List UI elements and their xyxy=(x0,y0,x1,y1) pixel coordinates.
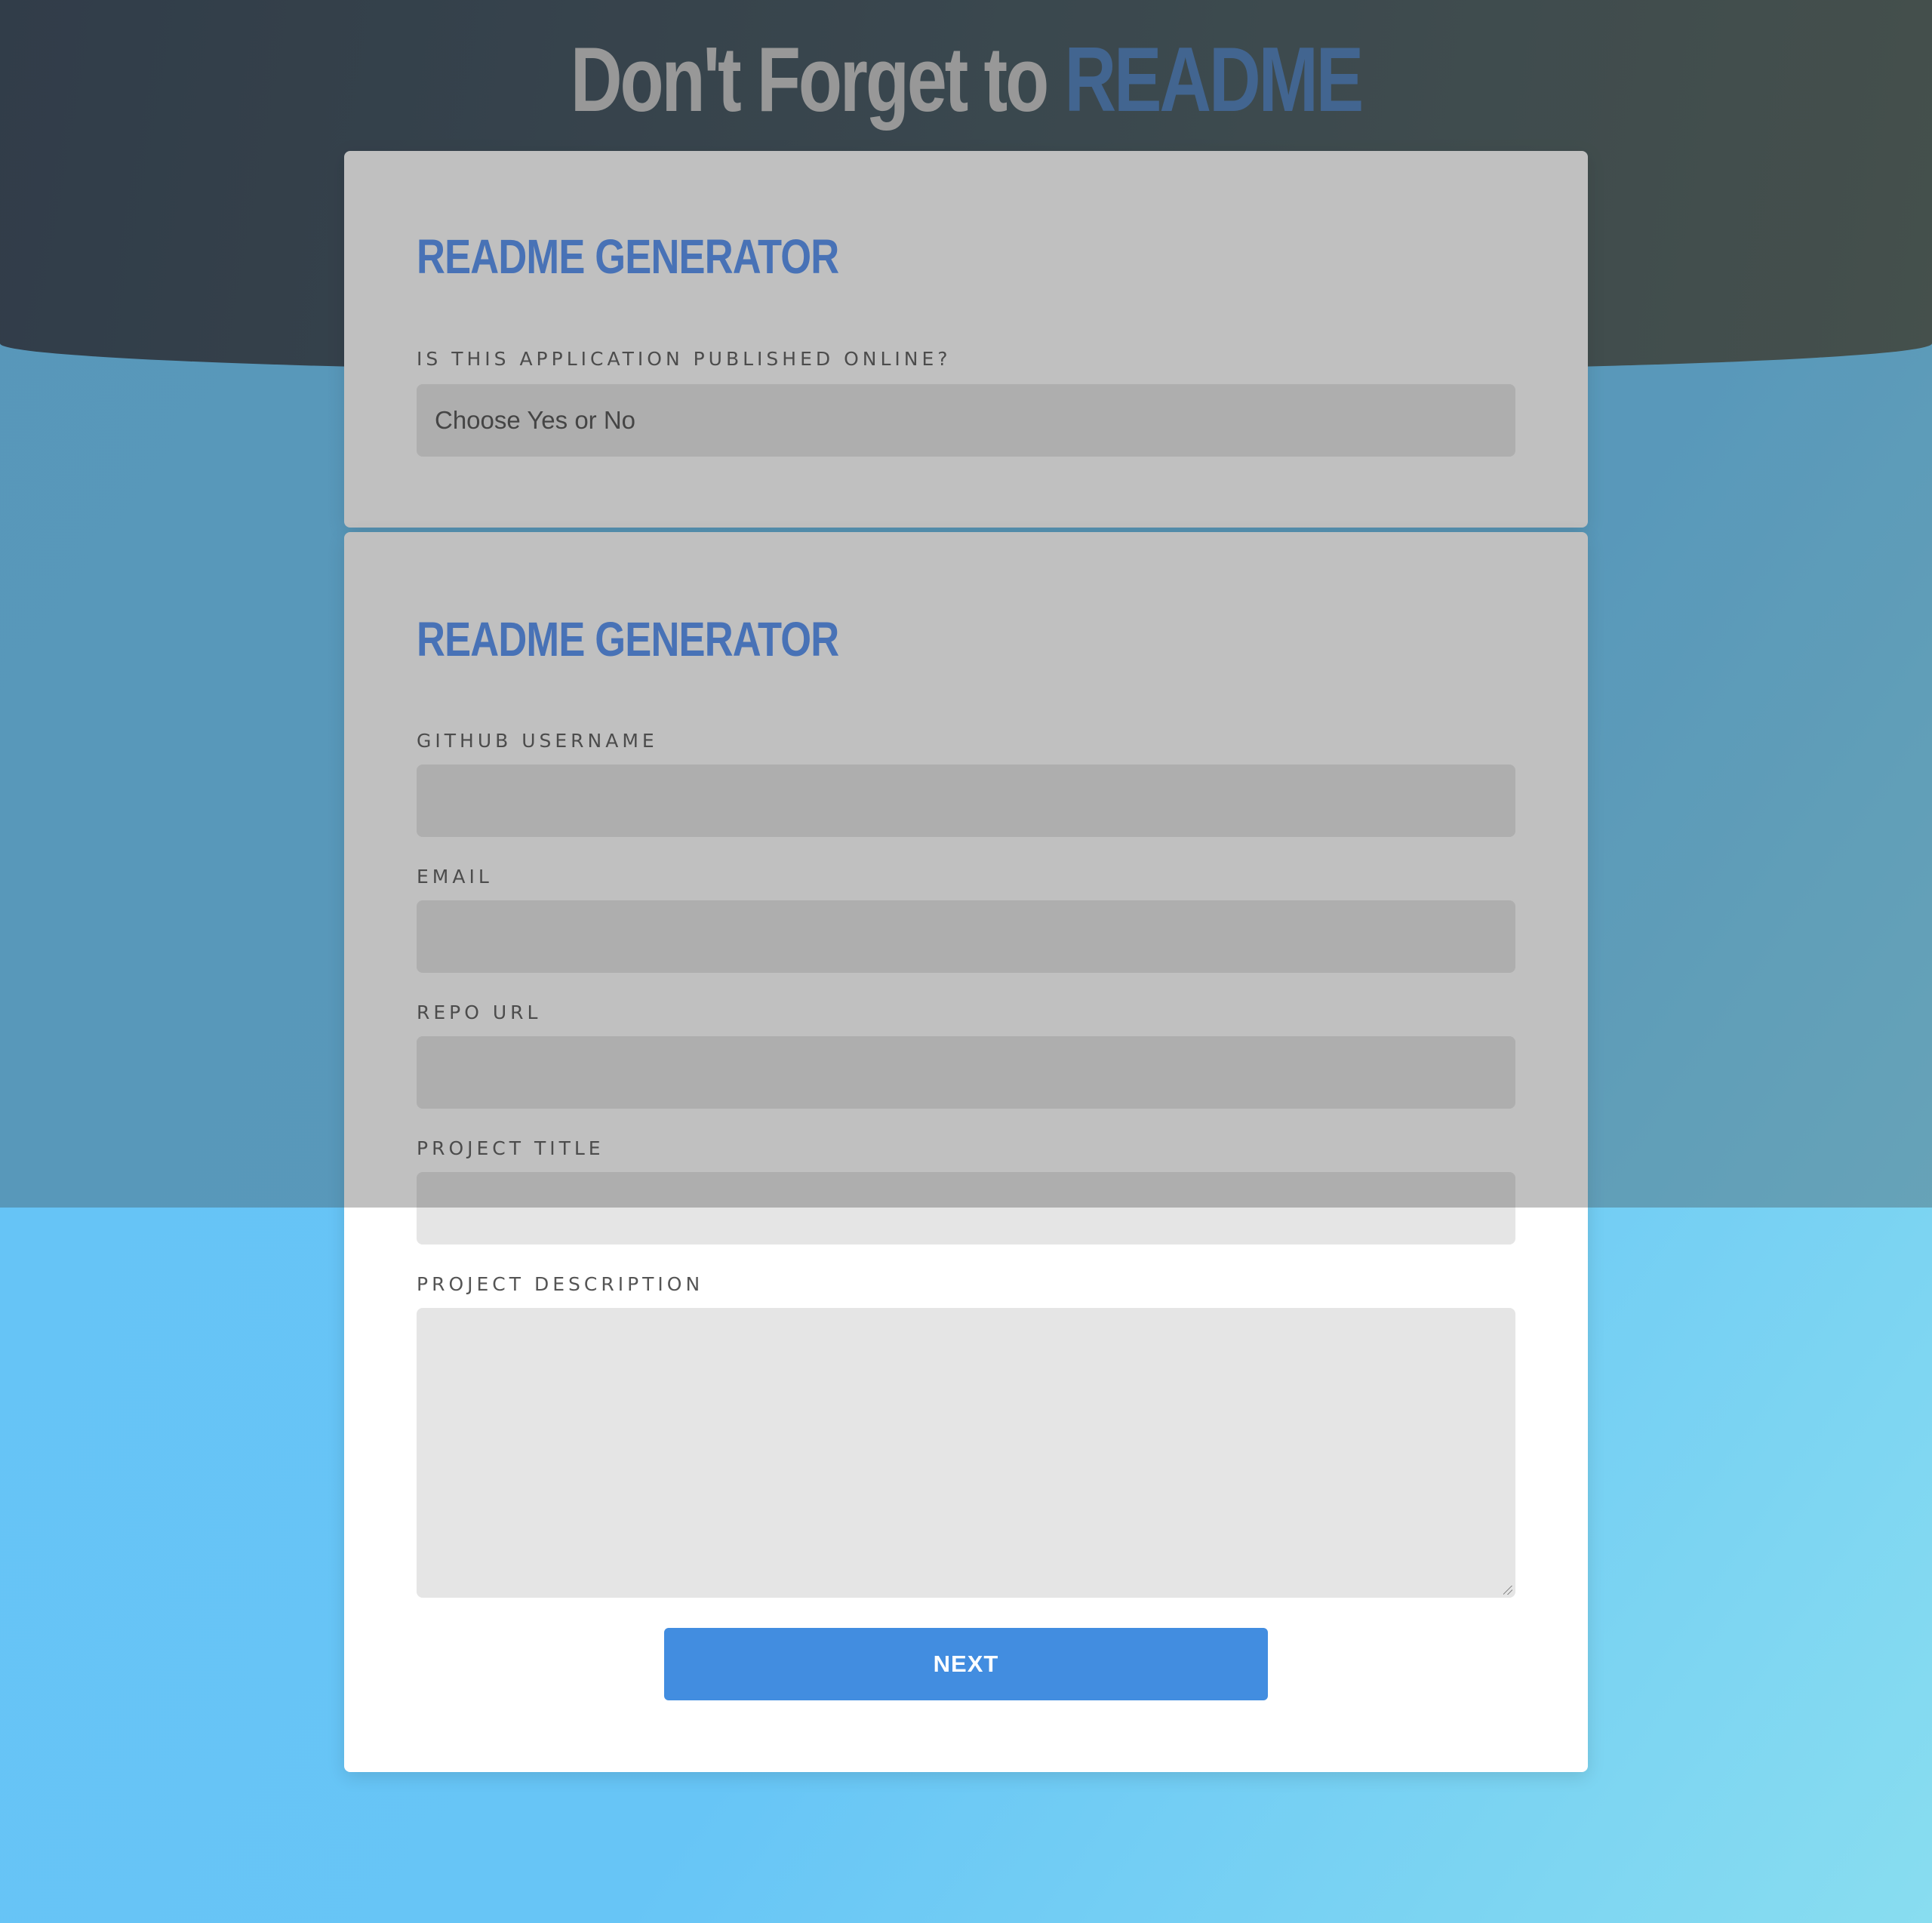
card-heading: README GENERATOR xyxy=(417,612,839,666)
resize-grip-icon[interactable] xyxy=(1503,1586,1512,1595)
github-username-input[interactable] xyxy=(417,765,1515,837)
email-input[interactable] xyxy=(417,900,1515,973)
next-button[interactable]: NEXT xyxy=(664,1628,1268,1700)
page-title-accent: README xyxy=(1064,28,1364,131)
published-online-card: README GENERATOR IS THIS APPLICATION PUB… xyxy=(344,151,1588,528)
repo-url-label: REPO URL xyxy=(417,1001,542,1023)
published-online-select[interactable]: Choose Yes or No xyxy=(417,384,1515,457)
repo-url-input[interactable] xyxy=(417,1036,1515,1109)
page-title: Don't Forget to README xyxy=(213,23,1720,136)
published-online-label: IS THIS APPLICATION PUBLISHED ONLINE? xyxy=(417,348,952,370)
project-title-label: PROJECT TITLE xyxy=(417,1137,605,1159)
project-description-label: PROJECT DESCRIPTION xyxy=(417,1273,704,1295)
card-heading: README GENERATOR xyxy=(417,229,839,284)
email-label: EMAIL xyxy=(417,866,493,888)
github-username-label: GITHUB USERNAME xyxy=(417,730,658,752)
project-details-card: README GENERATOR GITHUB USERNAME EMAIL R… xyxy=(344,532,1588,1772)
project-title-input[interactable] xyxy=(417,1172,1515,1245)
page-title-plain: Don't Forget to xyxy=(570,28,1049,131)
project-description-textarea[interactable] xyxy=(417,1308,1515,1598)
